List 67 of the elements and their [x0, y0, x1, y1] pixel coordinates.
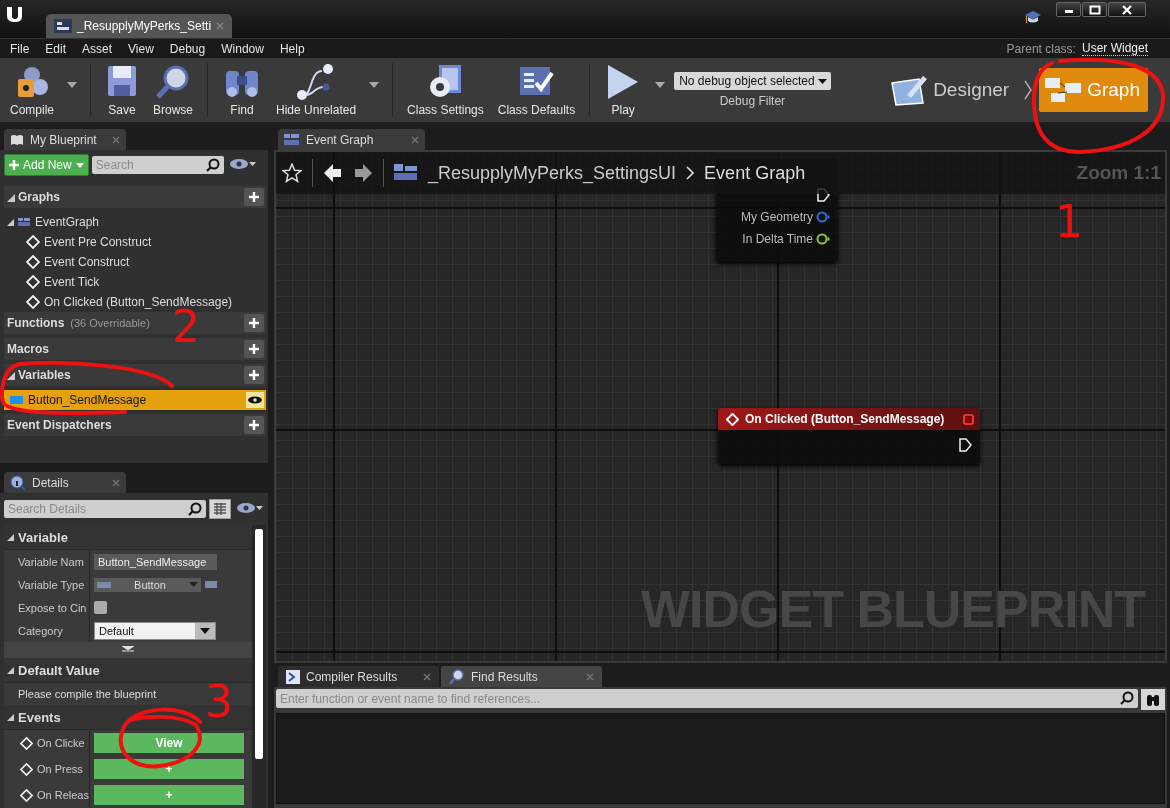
tree-item[interactable]: Button_SendMessage: [4, 390, 266, 410]
annotation-number: 1: [1055, 200, 1083, 244]
section-header[interactable]: Variables: [4, 364, 266, 386]
event-node[interactable]: On Clicked (Button_SendMessage): [718, 408, 980, 464]
section-title: Graphs: [18, 190, 60, 204]
item-label: EventGraph: [35, 215, 101, 229]
tree-item[interactable]: Event Pre Construct: [44, 235, 152, 249]
tree-item[interactable]: EventGraph: [4, 212, 266, 232]
panel-tab[interactable]: Details: [4, 472, 126, 493]
document-tab[interactable]: _ResupplyMyPerks_Setti: [46, 14, 233, 38]
property-label: Variable Nam: [18, 555, 84, 568]
section-title: Macros: [7, 342, 50, 356]
tree-item[interactable]: Event Construct: [44, 255, 130, 269]
breadcrumb-link[interactable]: _ResupplyMyPerks_SettingsUI: [428, 162, 677, 184]
search-field[interactable]: Search Details: [4, 500, 206, 518]
property-label: On Press: [37, 763, 83, 775]
toolbar-button[interactable]: Compile: [4, 63, 60, 117]
panel-tab[interactable]: Compiler Results: [278, 666, 439, 687]
section-title: Event Dispatchers: [7, 418, 112, 432]
toolbar-button[interactable]: Class Settings: [401, 63, 490, 117]
menu-item[interactable]: View: [120, 41, 162, 56]
property-label: On Clicke: [37, 737, 85, 749]
debug-object-dropdown[interactable]: No debug object selected: [674, 72, 831, 90]
section-note: (36 Overridable): [70, 317, 150, 329]
toolbar-button[interactable]: Play: [598, 63, 649, 117]
find-field[interactable]: Enter function or event name to find references...: [276, 689, 1138, 708]
section-header[interactable]: Graphs: [4, 186, 266, 208]
property-label: Variable Type: [18, 578, 85, 591]
category-header[interactable]: Events: [18, 709, 61, 725]
property-label: Category: [18, 624, 63, 637]
search-field[interactable]: Search: [91, 156, 224, 174]
node-title: On Clicked (Button_SendMessage): [745, 412, 946, 426]
name-field[interactable]: Button_SendMessage: [94, 553, 217, 570]
parent-class-label: Parent class:: [1006, 41, 1076, 56]
category-header[interactable]: Variable: [18, 529, 68, 545]
toolbar-button[interactable]: Save: [99, 63, 145, 117]
parent-class-link[interactable]: User Widget: [1081, 41, 1148, 56]
item-label: Button_SendMessage: [28, 393, 148, 407]
menu-item[interactable]: Debug: [161, 41, 214, 56]
mode-button[interactable]: Designer: [885, 68, 1018, 112]
node-header[interactable]: On Clicked (Button_SendMessage): [718, 408, 980, 430]
property-label: On Releas: [37, 789, 89, 801]
pin-label: My Geometry: [741, 210, 813, 224]
menu-item[interactable]: File: [2, 41, 38, 56]
annotation-number: 3: [205, 680, 233, 724]
property-label: Expose to Cin: [18, 601, 87, 614]
menu-item[interactable]: Asset: [74, 41, 121, 56]
category-header[interactable]: Default Value: [18, 662, 100, 678]
section-title: Functions: [7, 316, 65, 330]
toolbar-button[interactable]: Class Defaults: [491, 63, 582, 117]
toolbar-button[interactable]: Browse: [147, 63, 200, 117]
zoom-label: Zoom 1:1: [1076, 162, 1161, 184]
toolbar-button[interactable]: Hide Unrelated: [270, 63, 363, 117]
panel-tab[interactable]: My Blueprint: [4, 129, 126, 150]
tree-item[interactable]: Event Tick: [44, 275, 100, 289]
type-dropdown[interactable]: Button: [94, 577, 201, 592]
section-header[interactable]: Event Dispatchers: [4, 414, 266, 436]
menu-item[interactable]: Help: [271, 41, 313, 56]
debug-filter-label: Debug Filter: [719, 94, 786, 108]
panel-tab[interactable]: Find Results: [441, 666, 602, 687]
menu-item[interactable]: Window: [213, 41, 272, 56]
toolbar-button[interactable]: Find: [216, 63, 269, 117]
section-title: Variables: [18, 368, 71, 382]
menu-item[interactable]: Edit: [37, 41, 75, 56]
pin-label: In Delta Time: [742, 232, 813, 246]
category-dropdown[interactable]: Default: [94, 621, 216, 640]
graph-tab[interactable]: Event Graph: [278, 129, 425, 150]
